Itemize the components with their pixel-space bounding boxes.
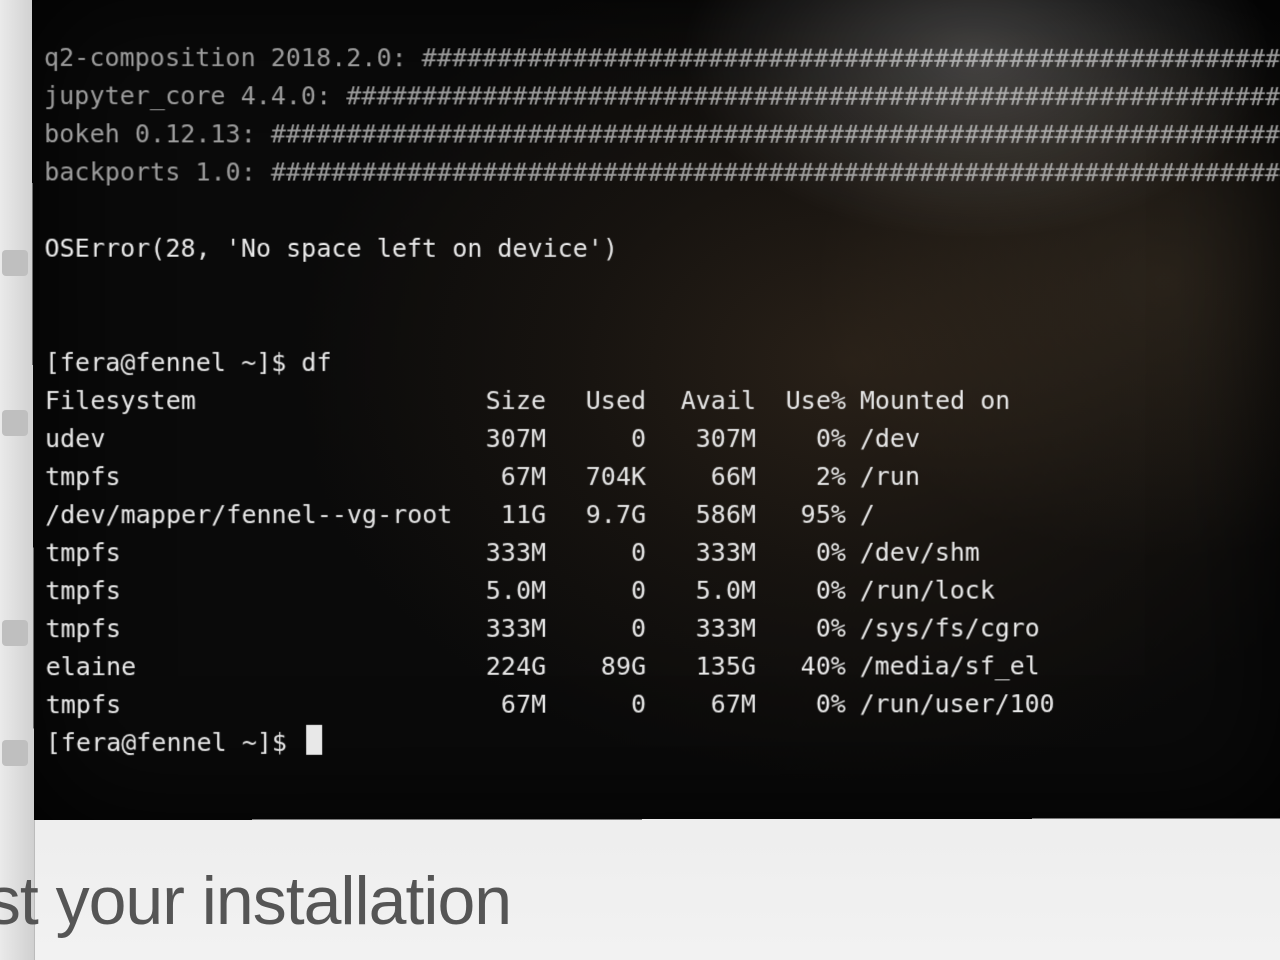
error-line: OSError(28, 'No space left on device') — [44, 234, 617, 263]
df-cell-used: 0 — [546, 610, 646, 648]
progress-line: q2-composition 2018.2.0: ###############… — [44, 43, 1280, 73]
terminal-output: q2-composition 2018.2.0: ###############… — [32, 0, 1280, 800]
df-header-row: FilesystemSizeUsedAvailUse%Mounted on — [45, 382, 1280, 420]
df-cell-size: 11G — [456, 496, 546, 534]
df-cell-avail: 333M — [646, 534, 756, 572]
df-row: elaine224G89G135G40%/media/sf_el — [46, 647, 1280, 686]
df-col-filesystem: Filesystem — [45, 382, 456, 420]
df-row: tmpfs5.0M05.0M0%/run/lock — [45, 572, 1280, 611]
background-sidebar — [0, 0, 35, 960]
df-cell-avail: 307M — [646, 420, 756, 458]
df-cell-mnt: /run/user/100 — [846, 685, 1055, 723]
df-cell-usep: 0% — [756, 420, 846, 458]
df-cell-used: 704K — [546, 458, 646, 496]
df-cell-usep: 40% — [756, 648, 846, 686]
df-col-used: Used — [546, 382, 646, 420]
df-cell-mnt: /dev — [846, 420, 920, 458]
df-cell-mnt: /dev/shm — [846, 534, 980, 572]
df-cell-mnt: /sys/fs/cgro — [846, 610, 1040, 648]
df-cell-mnt: / — [846, 496, 875, 534]
df-cell-usep: 0% — [756, 534, 846, 572]
df-col-usepercent: Use% — [756, 382, 846, 420]
df-cell-used: 89G — [546, 648, 646, 686]
shell-prompt: [fera@fennel ~]$ — [46, 728, 302, 757]
df-cell-size: 5.0M — [456, 572, 546, 610]
background-heading: est your installation — [0, 862, 511, 940]
df-cell-size: 307M — [456, 420, 546, 458]
df-cell-mnt: /media/sf_el — [846, 647, 1040, 685]
df-cell-used: 9.7G — [546, 496, 646, 534]
sidebar-glyph — [2, 410, 28, 436]
df-cell-fs: tmpfs — [45, 458, 456, 496]
df-cell-usep: 0% — [756, 572, 846, 610]
progress-line: bokeh 0.12.13: #########################… — [44, 119, 1280, 149]
df-cell-size: 224G — [456, 648, 546, 686]
df-cell-fs: elaine — [46, 648, 457, 686]
df-cell-fs: /dev/mapper/fennel--vg-root — [45, 496, 456, 534]
df-cell-mnt: /run — [846, 458, 920, 496]
df-cell-fs: tmpfs — [45, 610, 456, 648]
cursor-block-icon — [306, 725, 322, 755]
sidebar-glyph — [2, 620, 28, 646]
df-cell-used: 0 — [546, 686, 646, 724]
df-cell-avail: 586M — [646, 496, 756, 534]
df-cell-size: 67M — [456, 686, 546, 724]
df-col-mounted: Mounted on — [846, 382, 1010, 420]
sidebar-glyph — [2, 740, 28, 766]
df-col-avail: Avail — [646, 382, 756, 420]
df-cell-used: 0 — [546, 534, 646, 572]
df-row: udev307M0307M0%/dev — [45, 420, 1280, 458]
df-cell-avail: 135G — [646, 648, 756, 686]
df-cell-fs: tmpfs — [46, 686, 457, 724]
df-cell-avail: 5.0M — [646, 572, 756, 610]
df-cell-avail: 333M — [646, 610, 756, 648]
df-row: tmpfs333M0333M0%/sys/fs/cgro — [45, 609, 1280, 648]
progress-line: backports 1.0: #########################… — [44, 157, 1280, 187]
df-row: /dev/mapper/fennel--vg-root11G9.7G586M95… — [45, 496, 1280, 534]
sidebar-glyph — [2, 250, 28, 276]
shell-prompt: [fera@fennel ~]$ df — [45, 348, 332, 377]
df-cell-usep: 95% — [756, 496, 846, 534]
df-cell-fs: tmpfs — [45, 572, 456, 610]
progress-line: jupyter_core 4.4.0: ####################… — [44, 81, 1280, 111]
df-cell-size: 333M — [456, 534, 546, 572]
df-cell-size: 67M — [456, 458, 546, 496]
df-cell-fs: udev — [45, 420, 456, 458]
df-col-size: Size — [456, 382, 546, 420]
df-cell-used: 0 — [546, 572, 646, 610]
df-cell-avail: 67M — [646, 686, 756, 724]
terminal-window[interactable]: q2-composition 2018.2.0: ###############… — [32, 0, 1280, 820]
df-cell-usep: 0% — [756, 610, 846, 648]
df-row: tmpfs67M067M0%/run/user/100 — [46, 685, 1280, 724]
df-cell-size: 333M — [456, 610, 546, 648]
df-cell-fs: tmpfs — [45, 534, 456, 572]
df-cell-usep: 2% — [756, 458, 846, 496]
df-cell-mnt: /run/lock — [846, 572, 995, 610]
df-cell-used: 0 — [546, 420, 646, 458]
df-cell-usep: 0% — [756, 685, 846, 723]
df-row: tmpfs67M704K66M2%/run — [45, 458, 1280, 496]
df-row: tmpfs333M0333M0%/dev/shm — [45, 534, 1280, 573]
df-cell-avail: 66M — [646, 458, 756, 496]
